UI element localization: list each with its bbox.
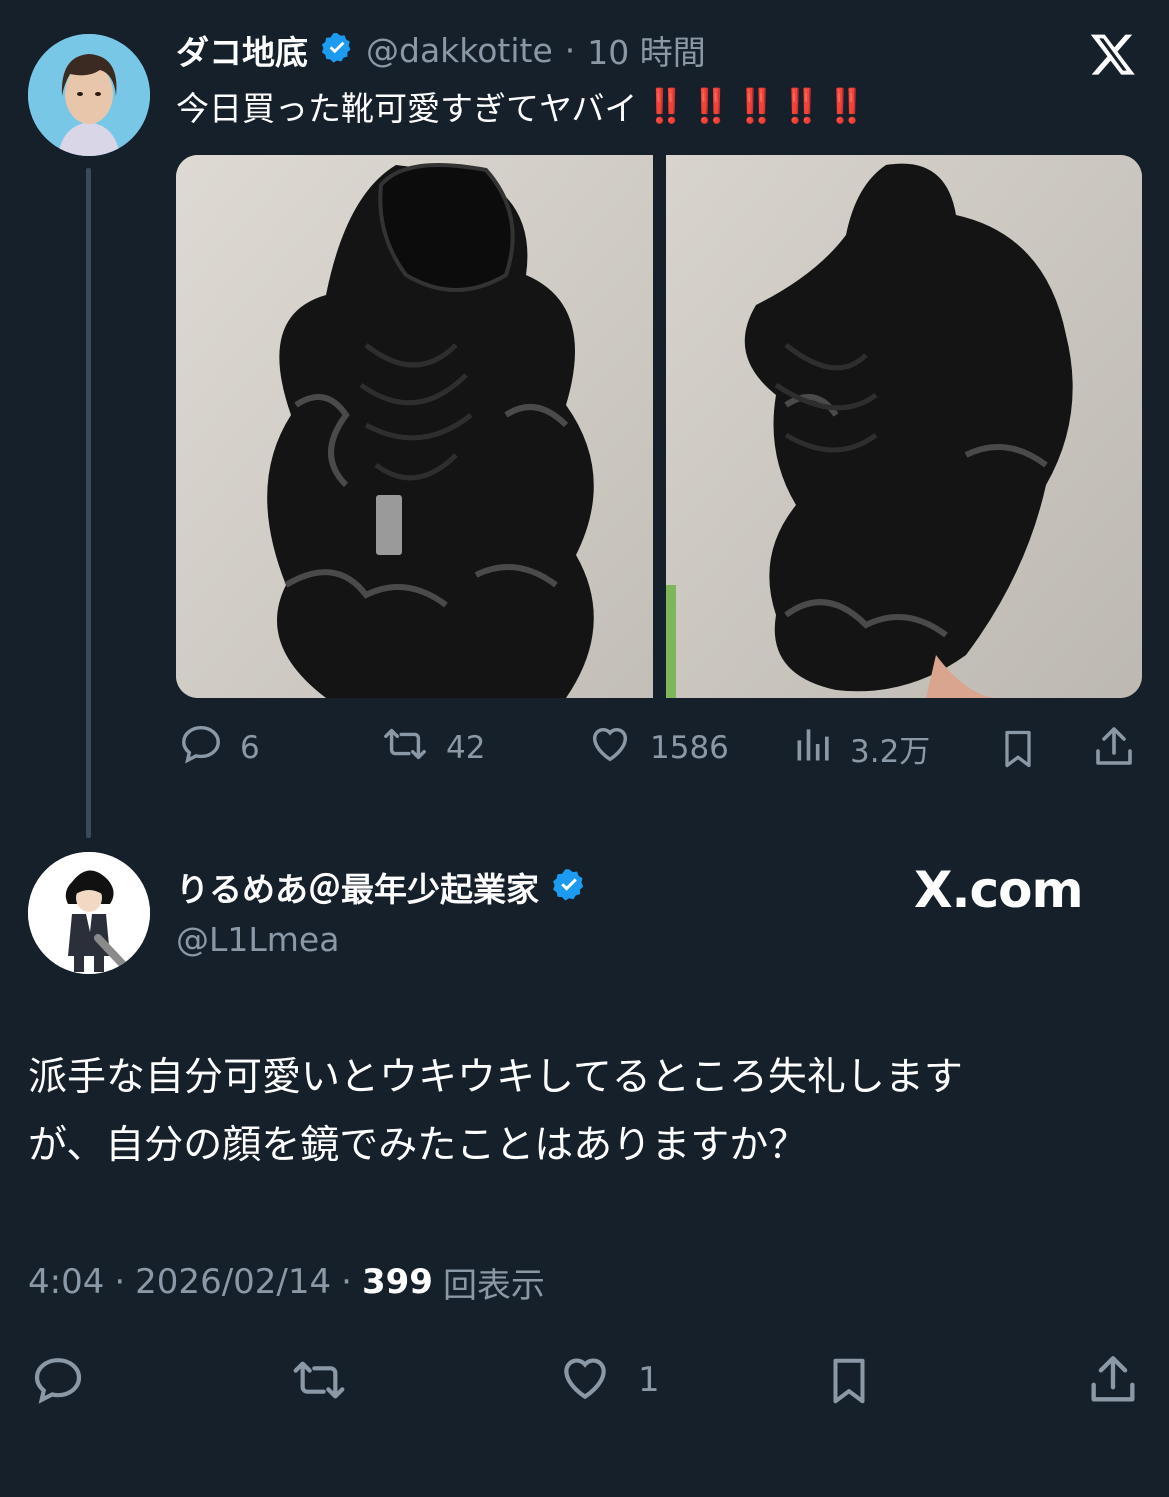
tweet-header: ダコ地底 @dakkotite · 10 時間 [176, 26, 706, 74]
x-com-watermark: X.com [914, 861, 1084, 919]
reply-icon[interactable] [28, 1352, 88, 1412]
bookmark-icon[interactable] [996, 724, 1040, 778]
reply-icon [176, 721, 226, 775]
reply-action[interactable]: 6 [176, 722, 260, 774]
shoe-photo-front[interactable] [176, 155, 653, 698]
author-handle[interactable]: @L1Lmea [176, 918, 339, 962]
reply-text-line-2: が、自分の顔を鏡でみたことはありますか？ [28, 1123, 808, 1168]
author-name[interactable]: ダコ地底 [176, 26, 308, 74]
like-action[interactable]: 1586 [584, 722, 729, 774]
share-icon[interactable] [1090, 722, 1138, 776]
avatar[interactable] [28, 34, 150, 156]
reply-header: りるめあ＠最年少起業家 [176, 864, 587, 910]
avatar[interactable] [28, 852, 150, 974]
media-grid[interactable] [176, 155, 1142, 698]
tweet-text-row: 今日買った靴可愛すぎてヤバイ ‼️‼️‼️‼️‼️ [176, 84, 871, 128]
reply-text-line-1: 派手な自分可愛いとウキウキしてるところ失礼します [28, 1055, 963, 1100]
views-action[interactable]: 3.2万 [792, 722, 930, 774]
emphasis-emoji: ‼️‼️‼️‼️‼️ [645, 86, 871, 125]
verified-badge-icon [320, 31, 354, 69]
shoe-photo-side[interactable] [666, 155, 1142, 698]
bookmark-icon[interactable] [822, 1350, 876, 1416]
like-icon [584, 721, 636, 775]
separator: · [341, 1262, 352, 1302]
views-icon [792, 721, 836, 775]
author-handle[interactable]: @dakkotite [366, 31, 553, 70]
reply-time[interactable]: 4:04 [28, 1262, 104, 1302]
verified-badge-icon [551, 867, 587, 907]
like-action[interactable]: 1 [554, 1352, 660, 1408]
view-count: 399 [361, 1262, 433, 1302]
views-count: 3.2万 [850, 733, 931, 770]
share-icon[interactable] [1084, 1350, 1142, 1414]
retweet-count: 42 [446, 730, 486, 766]
retweet-icon [378, 721, 432, 775]
retweet-icon[interactable] [286, 1352, 352, 1412]
reply-date[interactable]: 2026/02/14 [135, 1262, 331, 1302]
retweet-action[interactable]: 42 [378, 722, 485, 774]
separator: · [114, 1262, 126, 1302]
view-label: 回表示 [442, 1265, 545, 1306]
like-count: 1 [638, 1360, 660, 1400]
reply-text: 派手な自分可愛いとウキウキしてるところ失礼します が、自分の顔を鏡でみたことはあ… [28, 1044, 963, 1180]
thread-line [86, 168, 91, 838]
like-icon [554, 1350, 616, 1410]
reply-meta: 4:04 · 2026/02/14 · 399 回表示 [28, 1258, 545, 1306]
tweet-time[interactable]: 10 時間 [587, 26, 705, 74]
reply-count: 6 [240, 730, 260, 766]
tweet-text: 今日買った靴可愛すぎてヤバイ [176, 89, 638, 128]
separator: · [564, 30, 576, 70]
author-name[interactable]: りるめあ＠最年少起業家 [176, 863, 539, 911]
like-count: 1586 [650, 730, 729, 766]
x-logo-icon[interactable] [1088, 30, 1138, 78]
